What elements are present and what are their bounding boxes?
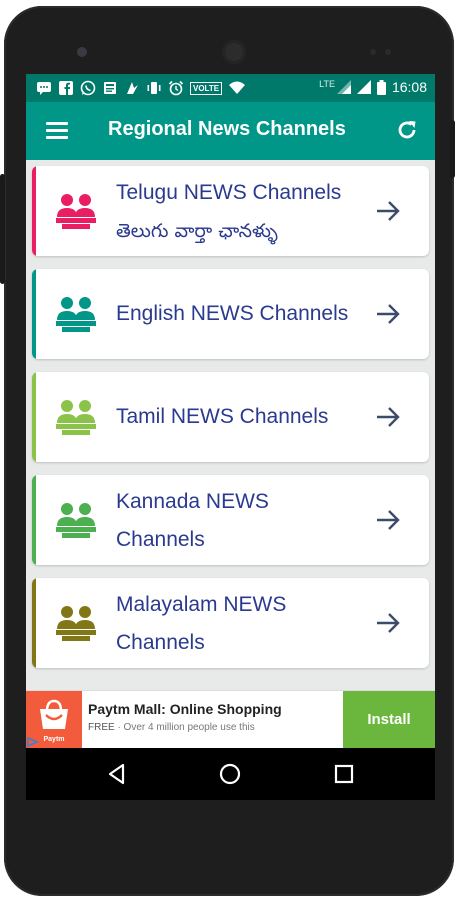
battery-icon	[376, 79, 386, 95]
whatsapp-icon	[80, 80, 96, 96]
channel-label: English NEWS Channels	[116, 295, 366, 333]
card-accent	[32, 475, 36, 565]
volume-button	[0, 174, 5, 284]
refresh-icon[interactable]	[395, 118, 419, 142]
clock: 16:08	[391, 79, 427, 95]
channel-name-line2: Channels	[116, 631, 205, 654]
channel-name: English NEWS Channels	[116, 302, 349, 325]
notification-icons: VOLTE	[36, 80, 246, 96]
front-camera	[77, 47, 87, 57]
card-accent	[32, 372, 36, 462]
app-bar: Regional News Channels	[26, 102, 435, 160]
channel-label: Malayalam NEWS Channels	[116, 586, 366, 662]
wifi-icon	[229, 81, 246, 94]
channel-name: Tamil NEWS Channels	[116, 405, 329, 428]
news-anchors-icon	[56, 297, 96, 332]
channel-name: Malayalam NEWS	[116, 593, 287, 616]
ad-description: · Over 4 million people use this	[114, 722, 255, 733]
ad-subtitle: FREE · Over 4 million people use this	[88, 722, 255, 733]
shopping-bag-icon	[40, 699, 68, 729]
arrow-right-icon	[377, 201, 400, 221]
power-button	[450, 120, 455, 178]
messages-icon	[37, 82, 51, 95]
speaker-grille	[222, 40, 246, 64]
channel-card-telugu[interactable]: Telugu NEWS Channels తెలుగు వార్తా ఛానళ్…	[32, 166, 429, 256]
page-title: Regional News Channels	[108, 118, 346, 140]
news-anchors-icon	[56, 503, 96, 538]
news-anchors-icon	[56, 194, 96, 229]
channel-label: Telugu NEWS Channels తెలుగు వార్తా ఛానళ్…	[116, 174, 366, 250]
card-accent	[32, 578, 36, 668]
install-button[interactable]: Install	[343, 691, 435, 749]
channel-card-english[interactable]: English NEWS Channels	[32, 269, 429, 359]
app-icon	[127, 82, 138, 94]
recents-icon[interactable]	[332, 762, 356, 786]
arrow-right-icon	[377, 510, 400, 530]
light-sensor	[385, 49, 391, 55]
channel-card-tamil[interactable]: Tamil NEWS Channels	[32, 372, 429, 462]
card-accent	[32, 269, 36, 359]
status-bar: VOLTE LTE 16:08	[26, 74, 435, 102]
arrow-right-icon	[377, 304, 400, 324]
volte-icon: VOLTE	[190, 82, 223, 95]
channel-name-line2: Channels	[116, 528, 205, 551]
arrow-right-icon	[377, 407, 400, 427]
status-right: LTE 16:08	[319, 79, 427, 95]
proximity-sensor	[370, 49, 376, 55]
vibrate-icon	[147, 82, 161, 94]
news-icon	[104, 82, 116, 94]
channel-name: Kannada NEWS	[116, 490, 269, 513]
ad-title: Paytm Mall: Online Shopping	[88, 701, 282, 717]
arrow-right-icon	[377, 613, 400, 633]
ad-free-label: FREE	[88, 722, 115, 733]
nav-bar	[26, 748, 435, 800]
alarm-icon	[168, 80, 184, 96]
screen: VOLTE LTE 16:08 Regional News Channels T…	[26, 74, 435, 800]
channel-name: Telugu NEWS Channels	[116, 181, 342, 204]
channel-name-native: తెలుగు వార్తా ఛానళ్ళు	[116, 220, 278, 242]
card-accent	[32, 166, 36, 256]
channel-label: Kannada NEWS Channels	[116, 483, 366, 559]
signal-icon-2	[356, 80, 371, 94]
channel-card-kannada[interactable]: Kannada NEWS Channels	[32, 475, 429, 565]
menu-icon[interactable]	[46, 122, 68, 140]
lte-label: LTE	[319, 79, 335, 89]
channel-label: Tamil NEWS Channels	[116, 398, 366, 436]
channel-card-malayalam[interactable]: Malayalam NEWS Channels	[32, 578, 429, 668]
facebook-icon	[59, 81, 73, 95]
channel-list: Telugu NEWS Channels తెలుగు వార్తా ఛానళ్…	[26, 160, 435, 690]
back-icon[interactable]	[105, 762, 129, 786]
news-anchors-icon	[56, 400, 96, 435]
home-icon[interactable]	[218, 762, 242, 786]
ad-banner[interactable]: Paytm Paytm Mall: Online Shopping FREE ·…	[26, 690, 435, 749]
adchoices-icon[interactable]	[27, 737, 39, 747]
signal-icon	[336, 80, 351, 94]
news-anchors-icon	[56, 606, 96, 641]
